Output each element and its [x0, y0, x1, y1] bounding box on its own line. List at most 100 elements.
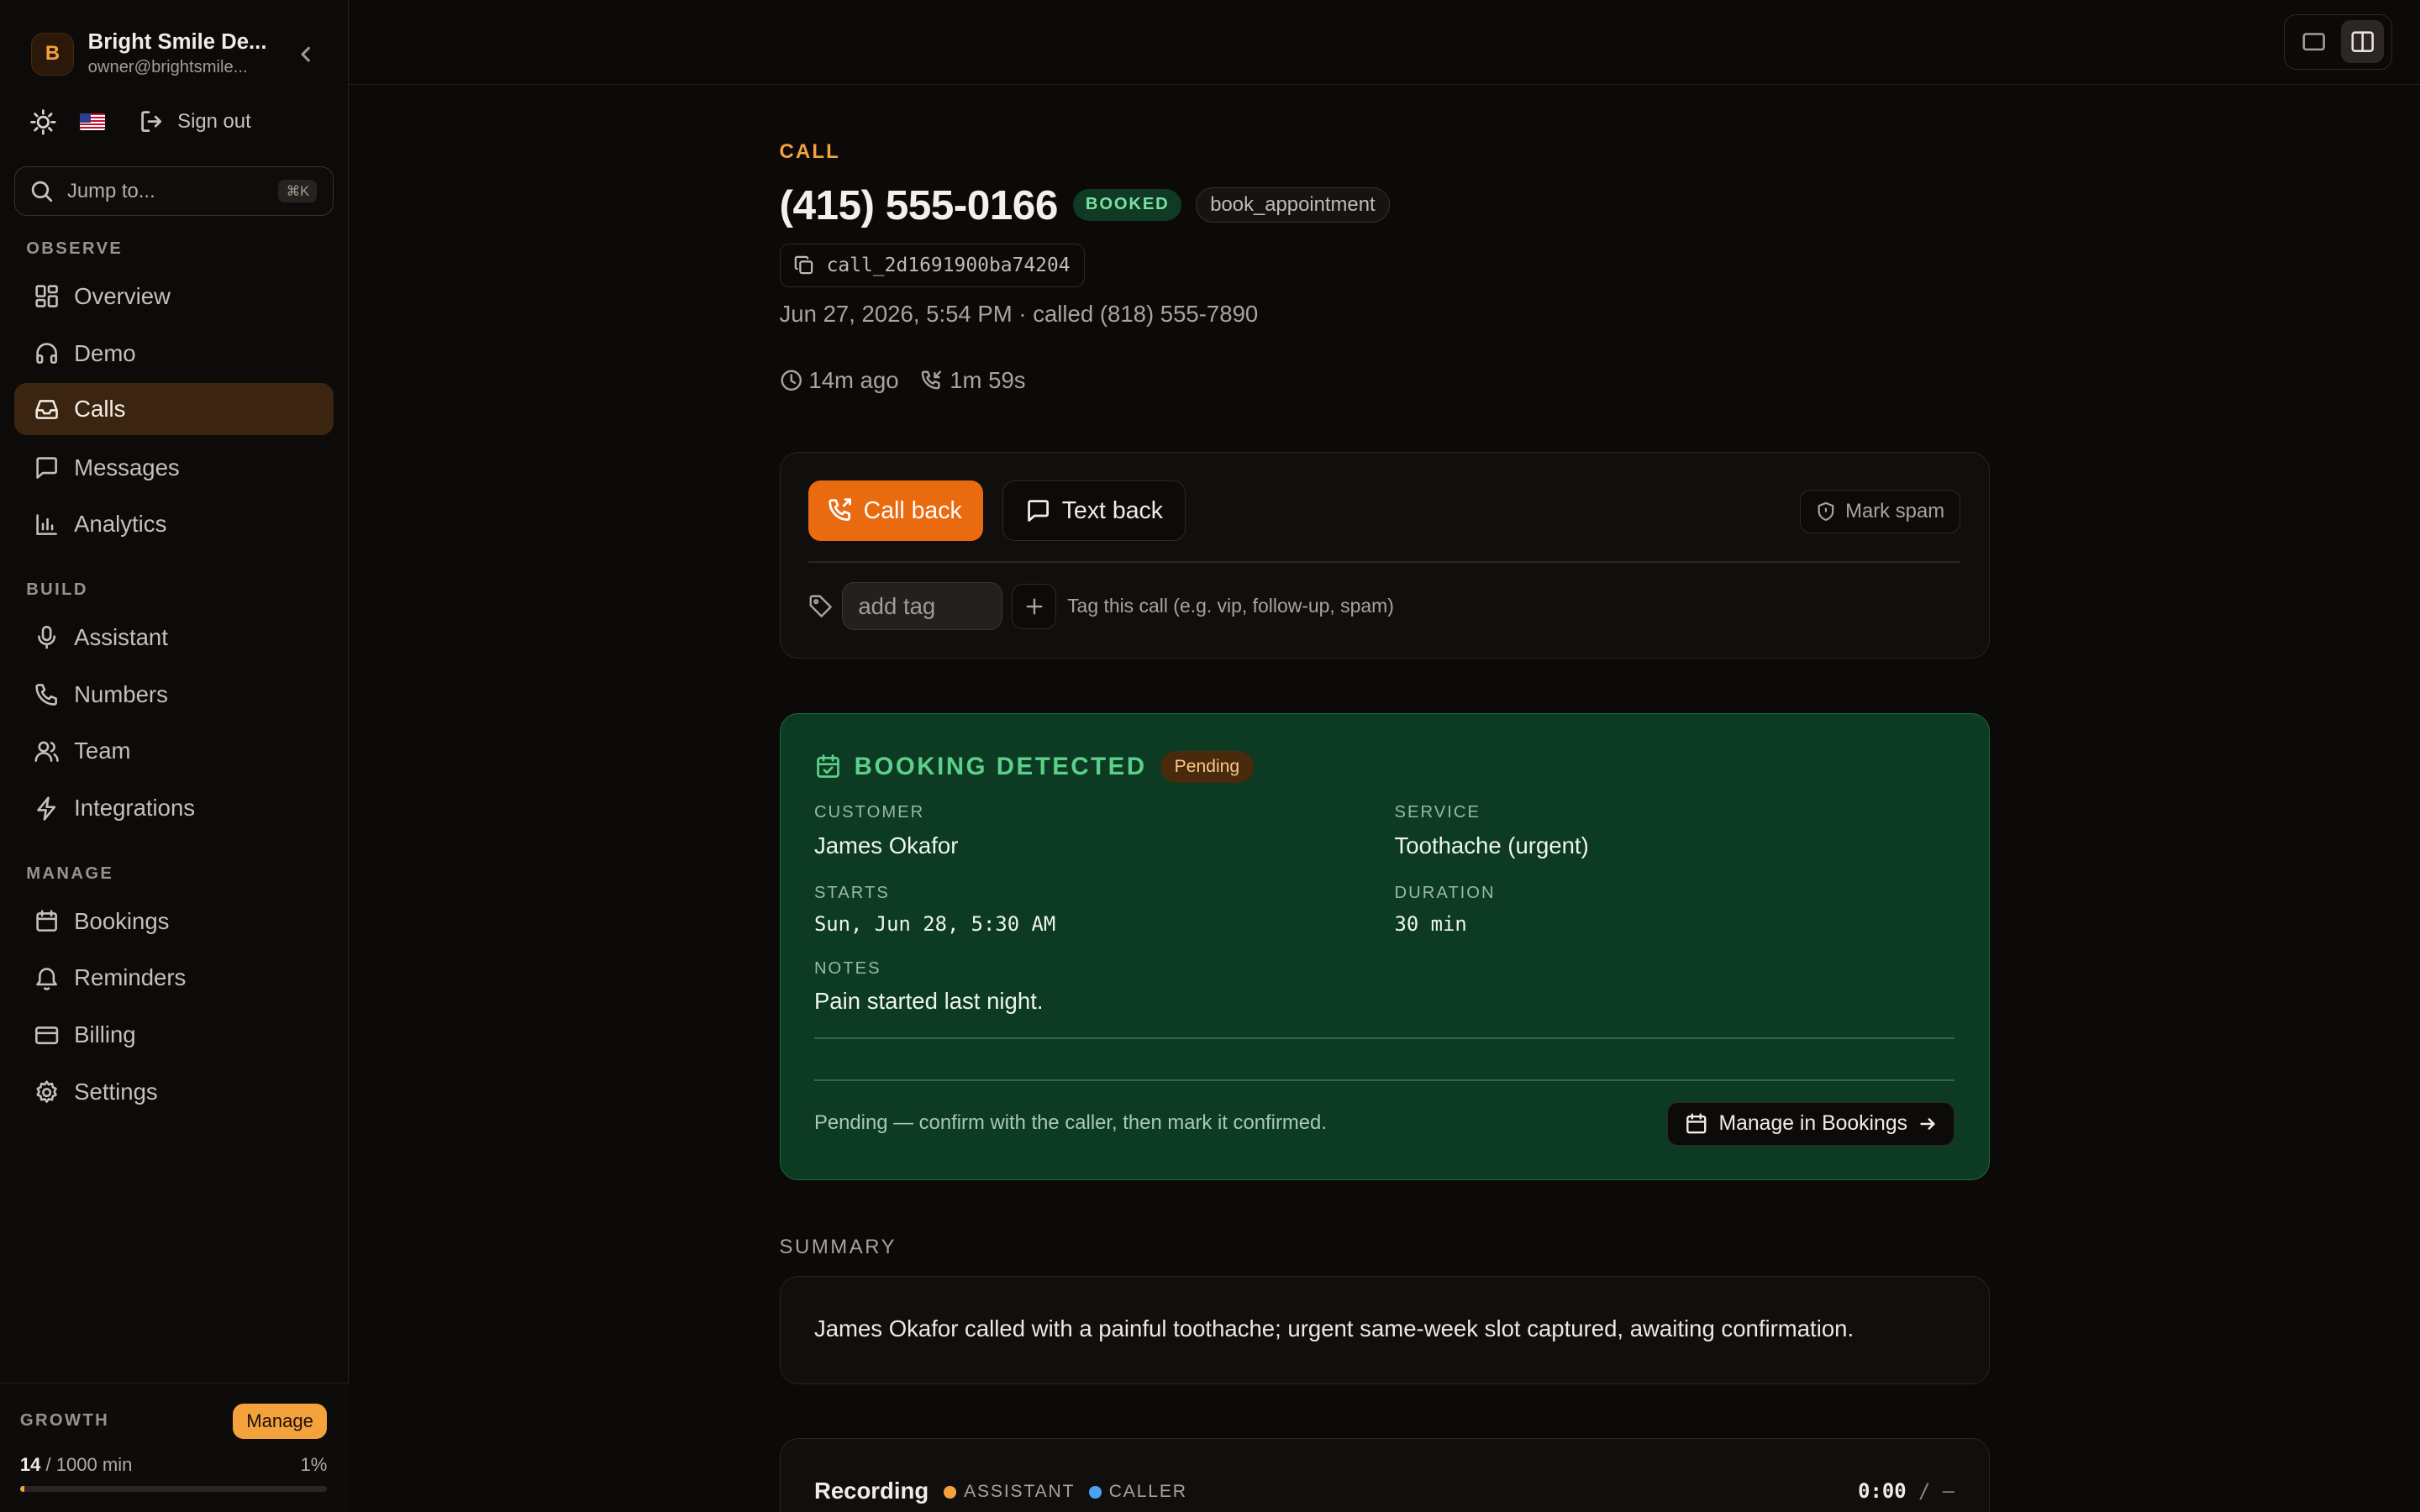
- section-label-manage: MANAGE: [26, 864, 114, 883]
- shield-icon: [1818, 501, 1834, 522]
- sidebar-item-billing[interactable]: Billing: [14, 1009, 334, 1061]
- sidebar-item-numbers[interactable]: Numbers: [14, 668, 334, 720]
- usage-used: 14: [19, 1454, 41, 1476]
- sidebar-item-label: Overview: [74, 282, 171, 309]
- sidebar-item-messages[interactable]: Messages: [14, 441, 334, 493]
- log-out-icon: [141, 111, 162, 133]
- split-pane-button[interactable]: [2340, 19, 2385, 64]
- section-label-observe: OBSERVE: [26, 239, 124, 258]
- search-icon: [31, 181, 53, 202]
- divider: [813, 1037, 1955, 1040]
- grid-icon: [35, 285, 59, 307]
- sidebar-item-analytics[interactable]: Analytics: [14, 498, 334, 550]
- sidebar-item-label: Analytics: [74, 511, 167, 538]
- sidebar-item-label: Bookings: [74, 907, 170, 934]
- usage-limit: / 1000 min: [45, 1454, 133, 1476]
- gear-icon: [36, 1080, 58, 1103]
- customer-label: CUSTOMER: [813, 803, 925, 822]
- sidebar: B Bright Smile De... owner@brightsmile..…: [0, 0, 350, 1512]
- call-actions-card: Call back Text back Mark spam Tag this c…: [779, 452, 1990, 659]
- usage-minutes: 14 / 1000 min: [20, 1454, 133, 1476]
- phone-outgoing-icon: [828, 498, 851, 522]
- sidebar-item-label: Numbers: [74, 680, 168, 707]
- inbox-icon: [35, 400, 59, 420]
- bell-icon: [36, 968, 58, 990]
- divider: [808, 560, 1961, 563]
- sidebar-item-label: Demo: [74, 339, 136, 366]
- call-duration: 1m 59s: [920, 367, 1026, 394]
- tag-icon: [809, 595, 832, 618]
- shortcut-hint: ⌘K: [278, 180, 318, 203]
- sidebar-item-integrations[interactable]: Integrations: [14, 782, 334, 834]
- zap-icon: [37, 796, 56, 821]
- call-meta: Jun 27, 2026, 5:54 PM · called (818) 555…: [779, 301, 1259, 328]
- single-pane-icon: [2302, 33, 2325, 51]
- sun-icon[interactable]: [28, 107, 59, 138]
- status-badge: BOOKED: [1073, 188, 1182, 222]
- mark-spam-button[interactable]: Mark spam: [1799, 490, 1961, 533]
- sign-out-button[interactable]: Sign out: [139, 108, 251, 134]
- assistant-legend-label: ASSISTANT: [964, 1482, 1076, 1502]
- sidebar-item-overview[interactable]: Overview: [14, 270, 334, 322]
- service-value: Toothache (urgent): [1394, 832, 1589, 858]
- sidebar-item-bookings[interactable]: Bookings: [14, 895, 334, 947]
- customer-value: James Okafor: [813, 832, 959, 858]
- sidebar-item-label: Settings: [74, 1079, 158, 1105]
- manage-in-bookings-button[interactable]: Manage in Bookings: [1666, 1102, 1955, 1146]
- top-bar: [349, 0, 2420, 86]
- phone-icon: [35, 684, 58, 706]
- recording-total-time: / –: [1918, 1478, 1955, 1503]
- manage-in-bookings-label: Manage in Bookings: [1718, 1112, 1908, 1136]
- recording-card: Recording ASSISTANT CALLER 0:00 / –: [779, 1437, 1990, 1512]
- sidebar-item-label: Messages: [74, 454, 180, 480]
- us-flag-icon[interactable]: [80, 113, 105, 131]
- call-duration-text: 1m 59s: [950, 367, 1026, 394]
- add-tag-input[interactable]: [841, 582, 1002, 631]
- add-tag-button[interactable]: [1012, 584, 1057, 629]
- service-label: SERVICE: [1394, 803, 1481, 822]
- sidebar-item-label: Billing: [74, 1021, 136, 1048]
- workspace-avatar: B: [30, 32, 75, 76]
- text-back-button[interactable]: Text back: [1002, 480, 1186, 541]
- sidebar-item-team[interactable]: Team: [14, 725, 334, 777]
- call-back-label: Call back: [863, 496, 962, 524]
- workspace-name: Bright Smile De...: [87, 30, 267, 55]
- workspace-email: owner@brightsmile...: [87, 58, 248, 77]
- page-kicker: CALL: [779, 140, 840, 164]
- calendar-icon: [36, 910, 58, 932]
- copy-icon: [794, 255, 813, 275]
- search-input[interactable]: [66, 179, 253, 203]
- layout-toggle: [2284, 13, 2392, 70]
- caller-dot: [1088, 1485, 1102, 1499]
- plan-usage-panel: GROWTH Manage 14 / 1000 min 1%: [0, 1382, 350, 1512]
- sidebar-item-label: Team: [74, 738, 131, 764]
- jump-to-search[interactable]: ⌘K: [13, 166, 334, 217]
- copy-call-id-button[interactable]: call_2d1691900ba74204: [779, 244, 1086, 287]
- call-back-button[interactable]: Call back: [808, 480, 984, 541]
- calendar-icon: [1686, 1113, 1707, 1134]
- chevron-left-icon[interactable]: [293, 42, 318, 66]
- notes-value: Pain started last night.: [813, 988, 1044, 1015]
- workspace-switcher[interactable]: B Bright Smile De... owner@brightsmile..…: [30, 30, 334, 77]
- caller-legend-label: CALLER: [1108, 1482, 1187, 1502]
- sidebar-item-settings[interactable]: Settings: [14, 1066, 334, 1118]
- single-pane-button[interactable]: [2292, 20, 2335, 63]
- duration-value: 30 min: [1394, 912, 1467, 937]
- bar-chart-icon: [36, 514, 58, 535]
- sidebar-item-demo[interactable]: Demo: [14, 327, 334, 379]
- sidebar-item-label: Assistant: [74, 623, 168, 650]
- plan-name: GROWTH: [19, 1410, 110, 1430]
- manage-plan-button[interactable]: Manage: [232, 1403, 328, 1439]
- booking-detected-card: BOOKING DETECTED Pending CUSTOMER James …: [779, 712, 1990, 1181]
- sign-out-label: Sign out: [177, 110, 251, 134]
- tag-hint: Tag this call (e.g. vip, follow-up, spam…: [1067, 595, 1394, 617]
- sidebar-item-calls[interactable]: Calls: [13, 382, 334, 435]
- usage-progress-fill: [19, 1485, 24, 1493]
- duration-label: DURATION: [1394, 883, 1496, 902]
- recording-title: Recording: [813, 1477, 929, 1504]
- headphones-icon: [36, 343, 58, 364]
- call-age-text: 14m ago: [808, 367, 899, 394]
- notes-label: NOTES: [813, 958, 881, 978]
- sidebar-item-reminders[interactable]: Reminders: [14, 952, 334, 1004]
- sidebar-item-assistant[interactable]: Assistant: [14, 611, 334, 663]
